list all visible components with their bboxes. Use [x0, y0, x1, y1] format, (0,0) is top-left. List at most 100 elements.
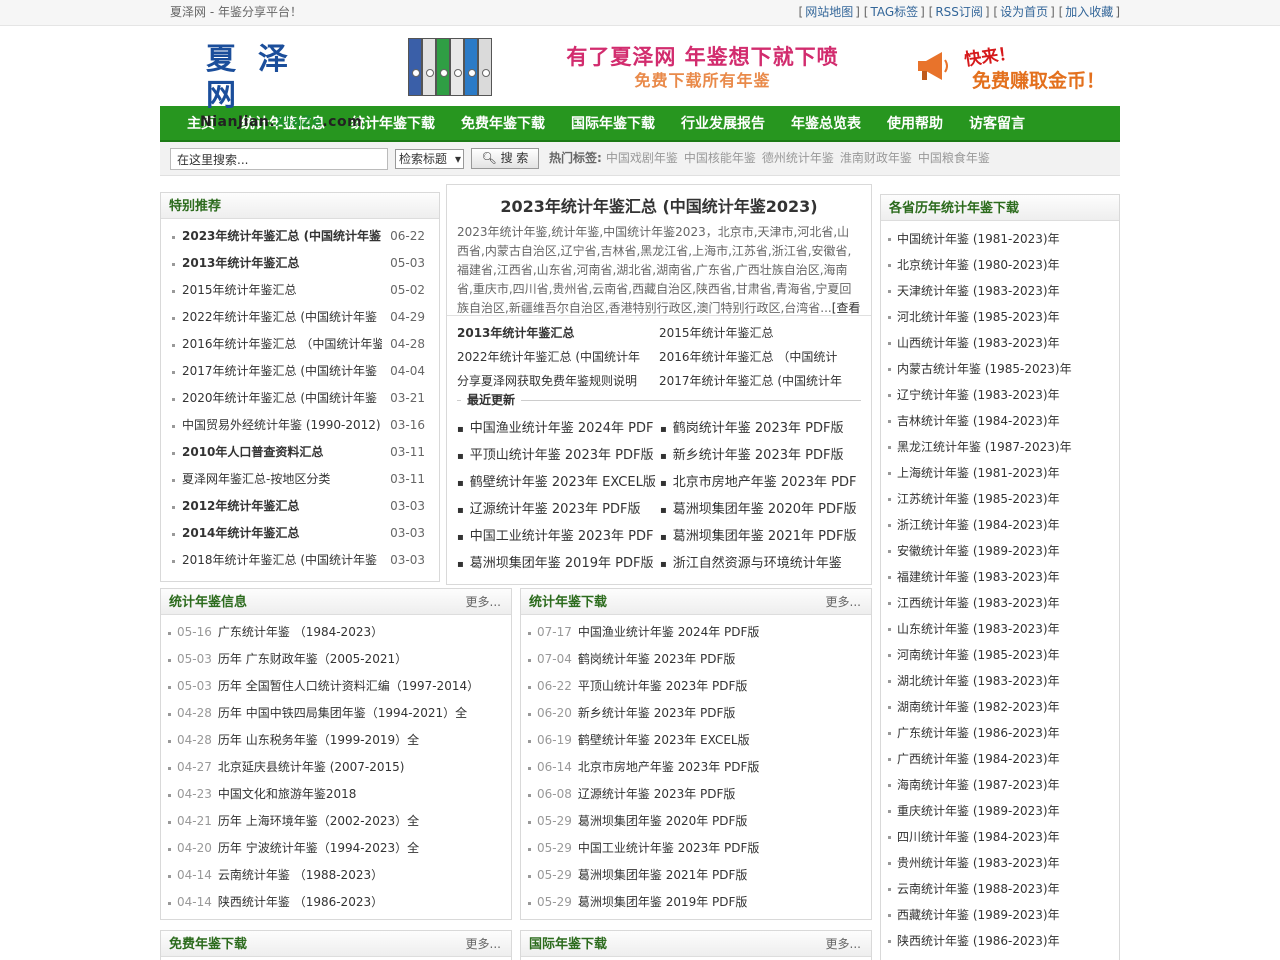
- nav-item[interactable]: 使用帮助: [874, 106, 956, 142]
- list-item[interactable]: 2015年统计年鉴汇总 05-02: [171, 277, 439, 304]
- list-item[interactable]: 05-29 葛洲坝集团年鉴 2020年 PDF版: [527, 808, 871, 835]
- recent-item[interactable]: 北京市房地产年鉴 2023年 PDF: [660, 469, 863, 496]
- list-item[interactable]: 04-21 历年 上海环境年鉴（2002-2023）全: [167, 808, 511, 835]
- province-item[interactable]: 重庆统计年鉴 (1989-2023)年: [887, 798, 1119, 824]
- rss-link[interactable]: RSS订阅: [935, 5, 983, 19]
- province-item[interactable]: 福建统计年鉴 (1983-2023)年: [887, 564, 1119, 590]
- nav-item[interactable]: 行业发展报告: [668, 106, 778, 142]
- list-item[interactable]: 05-16 广东统计年鉴 （1984-2023）: [167, 619, 511, 646]
- item-title[interactable]: 新乡统计年鉴 2023年 PDF版: [578, 706, 736, 720]
- province-item[interactable]: 江苏统计年鉴 (1985-2023)年: [887, 486, 1119, 512]
- list-item[interactable]: 2018年统计年鉴汇总 (中国统计年鉴 03-03: [171, 547, 439, 574]
- item-title[interactable]: 2015年统计年鉴汇总: [182, 277, 382, 304]
- intl-more-link[interactable]: 更多...: [826, 931, 861, 957]
- item-title[interactable]: 葛洲坝集团年鉴 2019年 PDF版: [578, 895, 748, 909]
- info-more-link[interactable]: 更多...: [466, 589, 501, 615]
- province-item[interactable]: 湖北统计年鉴 (1983-2023)年: [887, 668, 1119, 694]
- item-title[interactable]: 北京延庆县统计年鉴 (2007-2015): [218, 760, 405, 774]
- list-item[interactable]: 2013年统计年鉴汇总 05-03: [171, 250, 439, 277]
- featured-link[interactable]: 2016年统计年鉴汇总 （中国统计: [659, 345, 861, 369]
- list-item[interactable]: 2010年人口普查资料汇总 03-11: [171, 439, 439, 466]
- set-homepage-link[interactable]: 设为首页: [1000, 5, 1048, 19]
- list-item[interactable]: 05-03 历年 全国暂住人口统计资料汇编（1997-2014）: [167, 673, 511, 700]
- item-title[interactable]: 历年 山东税务年鉴（1999-2019）全: [218, 733, 419, 747]
- list-item[interactable]: 04-14 云南统计年鉴 （1988-2023）: [167, 862, 511, 889]
- list-item[interactable]: 2017年统计年鉴汇总 (中国统计年鉴 04-04: [171, 358, 439, 385]
- item-title[interactable]: 辽源统计年鉴 2023年 PDF版: [578, 787, 736, 801]
- recent-item[interactable]: 葛洲坝集团年鉴 2019年 PDF版: [457, 550, 660, 577]
- recent-item[interactable]: 葛洲坝集团年鉴 2020年 PDF版: [660, 496, 863, 523]
- province-item[interactable]: 甘肃统计年鉴 (1986-2023)年: [887, 954, 1119, 960]
- province-item[interactable]: 四川统计年鉴 (1984-2023)年: [887, 824, 1119, 850]
- list-item[interactable]: 06-08 辽源统计年鉴 2023年 PDF版: [527, 781, 871, 808]
- recent-item[interactable]: 新乡统计年鉴 2023年 PDF版: [660, 442, 863, 469]
- download-more-link[interactable]: 更多...: [826, 589, 861, 615]
- province-item[interactable]: 河南统计年鉴 (1985-2023)年: [887, 642, 1119, 668]
- list-item[interactable]: 2012年统计年鉴汇总 03-03: [171, 493, 439, 520]
- featured-link[interactable]: 2022年统计年鉴汇总 (中国统计年: [457, 345, 659, 369]
- item-title[interactable]: 2016年统计年鉴汇总 （中国统计年鉴: [182, 331, 382, 358]
- province-item[interactable]: 北京统计年鉴 (1980-2023)年: [887, 252, 1119, 278]
- list-item[interactable]: 06-22 平顶山统计年鉴 2023年 PDF版: [527, 673, 871, 700]
- list-item[interactable]: 2020年统计年鉴汇总 (中国统计年鉴 03-21: [171, 385, 439, 412]
- recent-item[interactable]: 中国渔业统计年鉴 2024年 PDF: [457, 415, 660, 442]
- hot-tag-link[interactable]: 中国粮食年鉴: [918, 151, 990, 165]
- list-item[interactable]: 05-29 中国工业统计年鉴 2023年 PDF版: [527, 835, 871, 862]
- featured-link[interactable]: 2015年统计年鉴汇总: [659, 321, 861, 345]
- hot-tag-link[interactable]: 中国戏剧年鉴: [606, 151, 678, 165]
- province-item[interactable]: 云南统计年鉴 (1988-2023)年: [887, 876, 1119, 902]
- recent-item[interactable]: 浙江自然资源与环境统计年鉴: [660, 550, 863, 577]
- item-title[interactable]: 中国渔业统计年鉴 2024年 PDF版: [578, 625, 760, 639]
- list-item[interactable]: 05-03 历年 广东财政年鉴（2005-2021）: [167, 646, 511, 673]
- item-title[interactable]: 2010年人口普查资料汇总: [182, 439, 382, 466]
- hot-tag-link[interactable]: 淮南财政年鉴: [840, 151, 912, 165]
- list-item[interactable]: 夏泽网年鉴汇总-按地区分类 03-11: [171, 466, 439, 493]
- recent-item[interactable]: 平顶山统计年鉴 2023年 PDF版: [457, 442, 660, 469]
- search-button[interactable]: 🔍︎ 搜 索: [471, 148, 539, 169]
- list-item[interactable]: 04-27 北京延庆县统计年鉴 (2007-2015): [167, 754, 511, 781]
- province-item[interactable]: 上海统计年鉴 (1981-2023)年: [887, 460, 1119, 486]
- item-title[interactable]: 历年 宁波统计年鉴（1994-2023）全: [218, 841, 419, 855]
- item-title[interactable]: 鹤壁统计年鉴 2023年 EXCEL版: [578, 733, 750, 747]
- list-item[interactable]: 2022年统计年鉴汇总 (中国统计年鉴 04-29: [171, 304, 439, 331]
- nav-item[interactable]: 国际年鉴下载: [558, 106, 668, 142]
- item-title[interactable]: 历年 中国中铁四局集团年鉴（1994-2021）全: [218, 706, 467, 720]
- nav-item[interactable]: 免费年鉴下载: [448, 106, 558, 142]
- item-title[interactable]: 葛洲坝集团年鉴 2020年 PDF版: [578, 814, 748, 828]
- province-item[interactable]: 内蒙古统计年鉴 (1985-2023)年: [887, 356, 1119, 382]
- list-item[interactable]: 中国贸易外经统计年鉴 (1990-2012) 03-16: [171, 412, 439, 439]
- list-item[interactable]: 04-28 历年 中国中铁四局集团年鉴（1994-2021）全: [167, 700, 511, 727]
- item-title[interactable]: 北京市房地产年鉴 2023年 PDF版: [578, 760, 760, 774]
- add-favorite-link[interactable]: 加入收藏: [1065, 5, 1113, 19]
- item-title[interactable]: 2013年统计年鉴汇总: [182, 250, 382, 277]
- list-item[interactable]: 04-28 历年 山东税务年鉴（1999-2019）全: [167, 727, 511, 754]
- list-item[interactable]: 07-17 中国渔业统计年鉴 2024年 PDF版: [527, 619, 871, 646]
- item-title[interactable]: 陕西统计年鉴 （1986-2023）: [218, 895, 383, 909]
- item-title[interactable]: 2022年统计年鉴汇总 (中国统计年鉴: [182, 304, 382, 331]
- province-item[interactable]: 广西统计年鉴 (1984-2023)年: [887, 746, 1119, 772]
- item-title[interactable]: 历年 广东财政年鉴（2005-2021）: [218, 652, 407, 666]
- province-item[interactable]: 海南统计年鉴 (1987-2023)年: [887, 772, 1119, 798]
- recent-item[interactable]: 中国工业统计年鉴 2023年 PDF: [457, 523, 660, 550]
- province-item[interactable]: 河北统计年鉴 (1985-2023)年: [887, 304, 1119, 330]
- nav-item[interactable]: 年鉴总览表: [778, 106, 874, 142]
- item-title[interactable]: 中国文化和旅游年鉴2018: [218, 787, 357, 801]
- item-title[interactable]: 2017年统计年鉴汇总 (中国统计年鉴: [182, 358, 382, 385]
- item-title[interactable]: 2012年统计年鉴汇总: [182, 493, 382, 520]
- list-item[interactable]: 2023年统计年鉴汇总 (中国统计年鉴 06-22: [171, 223, 439, 250]
- province-item[interactable]: 贵州统计年鉴 (1983-2023)年: [887, 850, 1119, 876]
- item-title[interactable]: 葛洲坝集团年鉴 2021年 PDF版: [578, 868, 748, 882]
- list-item[interactable]: 04-14 陕西统计年鉴 （1986-2023）: [167, 889, 511, 916]
- featured-link[interactable]: 2017年统计年鉴汇总 (中国统计年: [659, 369, 861, 393]
- item-title[interactable]: 2014年统计年鉴汇总: [182, 520, 382, 547]
- recent-item[interactable]: 鹤岗统计年鉴 2023年 PDF版: [660, 415, 863, 442]
- province-item[interactable]: 广东统计年鉴 (1986-2023)年: [887, 720, 1119, 746]
- province-item[interactable]: 中国统计年鉴 (1981-2023)年: [887, 226, 1119, 252]
- list-item[interactable]: 06-20 新乡统计年鉴 2023年 PDF版: [527, 700, 871, 727]
- list-item[interactable]: 05-29 葛洲坝集团年鉴 2021年 PDF版: [527, 862, 871, 889]
- featured-link[interactable]: 分享夏泽网获取免费年鉴规则说明: [457, 369, 659, 393]
- free-more-link[interactable]: 更多...: [466, 931, 501, 957]
- hot-tag-link[interactable]: 中国核能年鉴: [684, 151, 756, 165]
- item-title[interactable]: 鹤岗统计年鉴 2023年 PDF版: [578, 652, 736, 666]
- province-item[interactable]: 山东统计年鉴 (1983-2023)年: [887, 616, 1119, 642]
